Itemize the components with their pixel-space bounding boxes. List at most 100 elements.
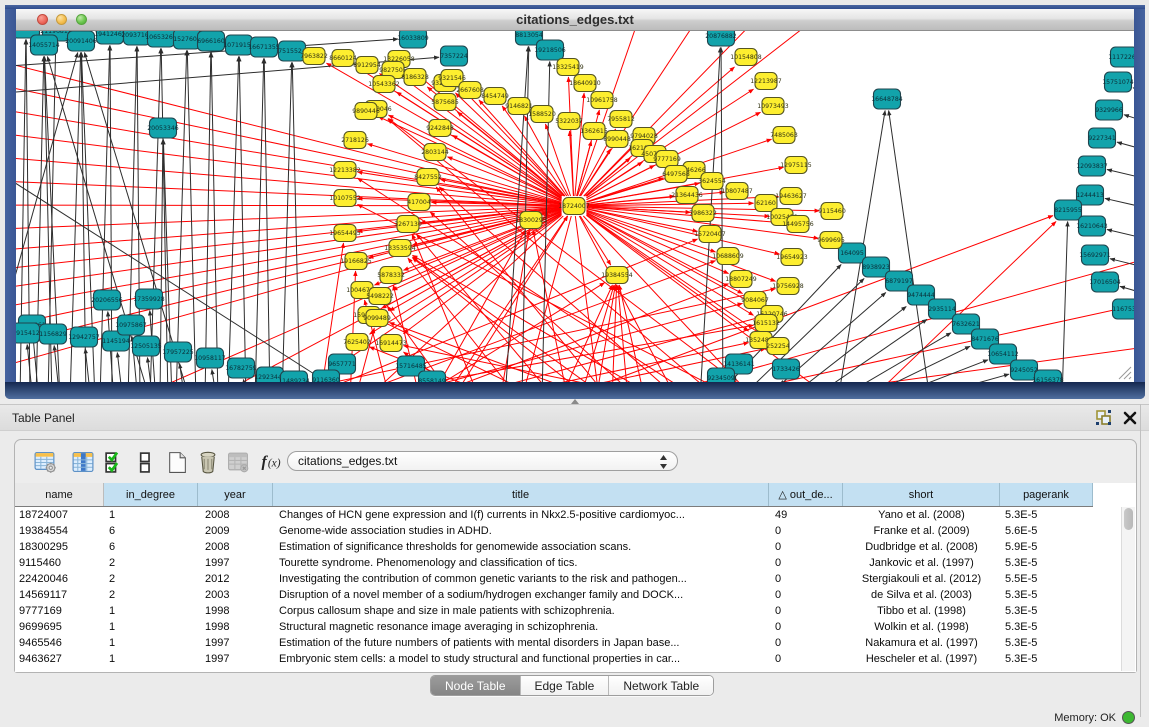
table-row[interactable]: 1456911722003Disruption of a novel membe… <box>15 587 1093 603</box>
graph-node-label: 8990448 <box>603 136 631 143</box>
table-row[interactable]: 946554611997Estimation of the future num… <box>15 635 1093 651</box>
scrollbar-thumb[interactable] <box>1124 508 1133 530</box>
table-row[interactable]: 946362711997Embryonic stem cells: a mode… <box>15 651 1093 667</box>
graph-node-label: 16671355 <box>248 44 280 51</box>
graph-node-label: 17016504 <box>1089 279 1121 286</box>
tab-node-table[interactable]: Node Table <box>431 676 521 695</box>
function-builder-icon[interactable]: f(x) <box>260 450 284 474</box>
table-vertical-scrollbar[interactable] <box>1121 507 1135 671</box>
network-graph: 2039228321196813194124632093710714055714… <box>16 31 1134 382</box>
table-cell: 1997 <box>205 651 274 667</box>
graph-node-label: 8660124 <box>329 55 357 62</box>
graph-edge <box>117 353 123 383</box>
table-cell: Corpus callosum shape and size in male p… <box>279 603 769 619</box>
table-cell: 9777169 <box>19 603 102 619</box>
graph-node-label: 12093837 <box>1076 163 1108 170</box>
delete-table-icon[interactable] <box>226 450 250 474</box>
table-row[interactable]: 911546021997Tourette syndrome. Phenomeno… <box>15 555 1093 571</box>
graph-node-label: 14055714 <box>28 42 60 49</box>
delete-column-icon[interactable] <box>196 450 220 474</box>
table-cell: Disruption of a novel member of a sodium… <box>279 587 769 603</box>
table-row[interactable]: 969969511998Structural magnetic resonanc… <box>15 619 1093 635</box>
tab-edge-table[interactable]: Edge Table <box>521 676 610 695</box>
table-cell: 49 <box>775 507 843 523</box>
graph-node-label: 21364436 <box>671 192 703 199</box>
table-cell: 5.9E-5 <box>1005 539 1092 555</box>
graph-node-label: 9242848 <box>426 125 454 132</box>
table-cell: Yano et al. (2008) <box>843 507 1000 523</box>
graph-node-label: 6966160 <box>197 38 225 45</box>
table-cell: Nakamura et al. (1997) <box>843 635 1000 651</box>
graph-node-label: 10107552 <box>329 195 361 202</box>
graph-node-label: 2667608 <box>456 87 484 94</box>
graph-edge <box>1105 198 1134 211</box>
graph-edge <box>1117 142 1134 154</box>
table-cell: 22420046 <box>19 571 102 587</box>
graph-node-label: 18724007 <box>558 203 590 210</box>
table-cell: 1998 <box>205 603 274 619</box>
column-header-in_degree[interactable]: in_degree <box>104 483 198 506</box>
graph-node-label: 164095 <box>840 250 864 257</box>
resize-grip-icon[interactable] <box>1117 365 1132 380</box>
tab-network-table[interactable]: Network Table <box>609 676 713 695</box>
column-header-short[interactable]: short <box>843 483 1000 506</box>
graph-edge <box>587 192 725 205</box>
table-cell: Tourette syndrome. Phenomenology and cla… <box>279 555 769 571</box>
unselect-all-icon[interactable] <box>136 450 160 474</box>
table-cell: 5.3E-5 <box>1005 507 1092 523</box>
table-mode-icon[interactable] <box>33 450 57 474</box>
graph-node-label: 19384554 <box>601 272 633 279</box>
table-panel-title: Table Panel <box>12 405 75 431</box>
minimize-button[interactable] <box>56 14 67 25</box>
graph-node-label: 10154808 <box>730 54 762 61</box>
table-cell: Hescheler et al. (1997) <box>843 651 1000 667</box>
graph-node-label: 5498222 <box>366 293 394 300</box>
graph-edge <box>835 346 970 382</box>
table-cell: 1997 <box>205 635 274 651</box>
close-button[interactable] <box>37 14 48 25</box>
table-row[interactable]: 977716911998Corpus callosum shape and si… <box>15 603 1093 619</box>
table-cell: 2008 <box>205 539 274 555</box>
column-header-year[interactable]: year <box>198 483 273 506</box>
float-panel-icon[interactable] <box>1095 409 1113 427</box>
graph-node-label: 16156378 <box>1032 377 1064 382</box>
new-column-icon[interactable] <box>165 450 189 474</box>
table-cell: Dudbridge et al. (2008) <box>843 539 1000 555</box>
table-cell: 0 <box>775 539 843 555</box>
close-panel-icon[interactable] <box>1121 409 1139 427</box>
table-cell: 14569117 <box>19 587 102 603</box>
graph-edge <box>264 59 270 383</box>
column-header-name[interactable]: name <box>15 483 104 506</box>
table-cell: Jankovic et al. (1997) <box>843 555 1000 571</box>
table-row[interactable]: 2242004622012Investigating the contribut… <box>15 571 1093 587</box>
column-header-pagerank[interactable]: pagerank <box>1000 483 1093 506</box>
graph-node-label: 8938923 <box>862 264 890 271</box>
table-cell: 5.3E-5 <box>1005 603 1092 619</box>
graph-node-label: 10975867 <box>115 322 147 329</box>
network-canvas[interactable]: 2039228321196813194124632093710714055714… <box>16 31 1134 382</box>
show-columns-icon[interactable] <box>71 450 95 474</box>
table-row[interactable]: 1830029562008Estimation of significance … <box>15 539 1093 555</box>
graph-node-label: 6879197 <box>885 278 913 285</box>
table-cell: 0 <box>775 523 843 539</box>
graph-node-label: 8215955 <box>1054 207 1082 214</box>
column-header-title[interactable]: title <box>273 483 769 506</box>
select-all-icon[interactable] <box>103 450 127 474</box>
graph-node-label: 62160 <box>756 200 776 207</box>
table-cell: Estimation of the future numbers of pati… <box>279 635 769 651</box>
graph-node-label: 9827505 <box>379 67 407 74</box>
table-cell: 9115460 <box>19 555 102 571</box>
graph-edge <box>870 222 1056 383</box>
table-row[interactable]: 1872400712008Changes of HCN gene express… <box>15 507 1093 523</box>
graph-node-label: 1615132 <box>752 320 780 327</box>
graph-edge <box>816 333 951 382</box>
zoom-button[interactable] <box>76 14 87 25</box>
table-cell: Investigating the contribution of common… <box>279 571 769 587</box>
table-row[interactable]: 1938455462009Genome-wide association stu… <box>15 523 1093 539</box>
graph-node-label: 14495756 <box>782 221 814 228</box>
column-header-out_de[interactable]: △ out_de... <box>769 483 843 506</box>
table-chooser-dropdown[interactable]: citations_edges.txt <box>287 451 678 471</box>
graph-node-label: 12942757 <box>68 334 100 341</box>
graph-node-label: 19756928 <box>772 283 804 290</box>
memory-indicator-icon[interactable] <box>1122 711 1135 724</box>
